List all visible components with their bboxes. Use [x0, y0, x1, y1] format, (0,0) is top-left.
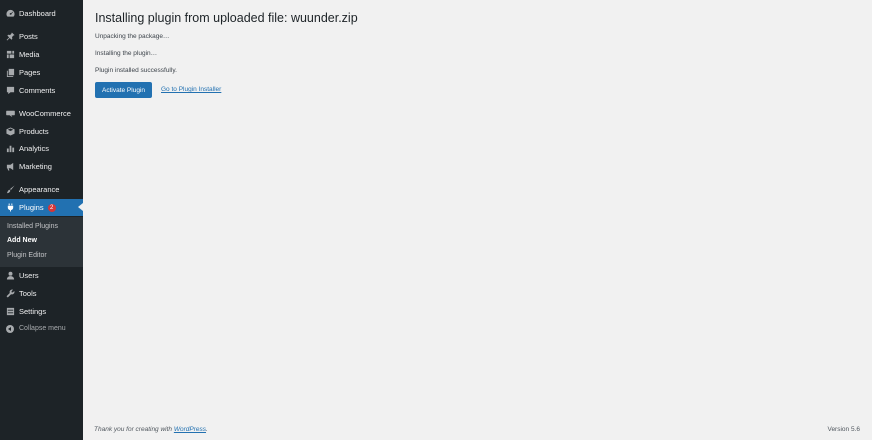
sidebar-item-tools[interactable]: Tools	[0, 285, 83, 302]
sidebar-item-label: Media	[19, 50, 40, 59]
page-title: Installing plugin from uploaded file: wu…	[95, 11, 358, 25]
wrench-icon	[5, 289, 15, 299]
sidebar-item-label: Settings	[19, 307, 47, 316]
comment-icon	[5, 86, 15, 96]
sidebar-item-plugins[interactable]: Plugins 2	[0, 199, 83, 216]
wordpress-link[interactable]: WordPress	[174, 426, 206, 433]
sidebar-item-users[interactable]: Users	[0, 267, 83, 284]
plugins-submenu: Installed Plugins Add New Plugin Editor	[0, 217, 83, 267]
megaphone-icon	[5, 162, 15, 172]
sidebar-item-comments[interactable]: Comments	[0, 82, 83, 99]
collapse-icon	[6, 324, 14, 333]
sidebar-item-label: Plugins	[19, 203, 44, 212]
sidebar-item-analytics[interactable]: Analytics	[0, 140, 83, 157]
activate-plugin-button[interactable]: Activate Plugin	[95, 82, 152, 98]
sidebar-item-woocommerce[interactable]: WooCommerce	[0, 105, 83, 122]
sidebar-item-dashboard[interactable]: Dashboard	[0, 5, 83, 22]
plugin-installer-link[interactable]: Go to Plugin Installer	[161, 86, 221, 93]
status-message-unpacking: Unpacking the package…	[95, 33, 170, 40]
sidebar-item-label: Products	[19, 127, 49, 136]
sidebar-item-appearance[interactable]: Appearance	[0, 181, 83, 198]
sidebar-item-media[interactable]: Media	[0, 46, 83, 63]
collapse-menu-label: Collapse menu	[19, 325, 66, 332]
dashboard-icon	[5, 9, 15, 19]
version-label: Version 5.6	[827, 426, 860, 433]
sidebar-item-label: WooCommerce	[19, 109, 71, 118]
update-count-badge: 2	[47, 203, 56, 212]
sidebar-item-label: Marketing	[19, 162, 52, 171]
sidebar-item-label: Posts	[19, 32, 38, 41]
sidebar-item-label: Appearance	[19, 185, 60, 194]
submenu-item-add-new[interactable]: Add New	[7, 237, 37, 244]
pages-icon	[5, 68, 15, 78]
status-message-success: Plugin installed successfully.	[95, 67, 177, 74]
footer-thanks-suffix: .	[206, 426, 208, 433]
submenu-item-plugin-editor[interactable]: Plugin Editor	[7, 252, 47, 259]
admin-sidebar: Dashboard Posts Media Pages Comments Woo…	[0, 0, 83, 440]
sidebar-item-label: Analytics	[19, 144, 50, 153]
user-icon	[5, 271, 15, 281]
bar-chart-icon	[5, 144, 15, 154]
sidebar-item-label: Tools	[19, 289, 37, 298]
woocommerce-icon	[5, 109, 15, 119]
footer-thanks: Thank you for creating with WordPress.	[94, 426, 208, 433]
media-icon	[5, 50, 15, 60]
sidebar-item-posts[interactable]: Posts	[0, 28, 83, 45]
sidebar-item-marketing[interactable]: Marketing	[0, 158, 83, 175]
pin-icon	[5, 32, 15, 42]
box-icon	[5, 127, 15, 137]
settings-icon	[5, 307, 15, 317]
sidebar-item-label: Users	[19, 271, 39, 280]
sidebar-item-label: Pages	[19, 68, 41, 77]
sidebar-item-pages[interactable]: Pages	[0, 64, 83, 81]
sidebar-item-label: Dashboard	[19, 9, 56, 18]
sidebar-item-products[interactable]: Products	[0, 123, 83, 140]
footer-thanks-text: Thank you for creating with	[94, 426, 173, 433]
collapse-menu-button[interactable]: Collapse menu	[0, 320, 83, 337]
plug-icon	[5, 203, 15, 213]
brush-icon	[5, 185, 15, 195]
sidebar-item-settings[interactable]: Settings	[0, 303, 83, 320]
submenu-item-installed-plugins[interactable]: Installed Plugins	[7, 223, 58, 230]
sidebar-item-label: Comments	[19, 86, 56, 95]
status-message-installing: Installing the plugin…	[95, 50, 158, 57]
